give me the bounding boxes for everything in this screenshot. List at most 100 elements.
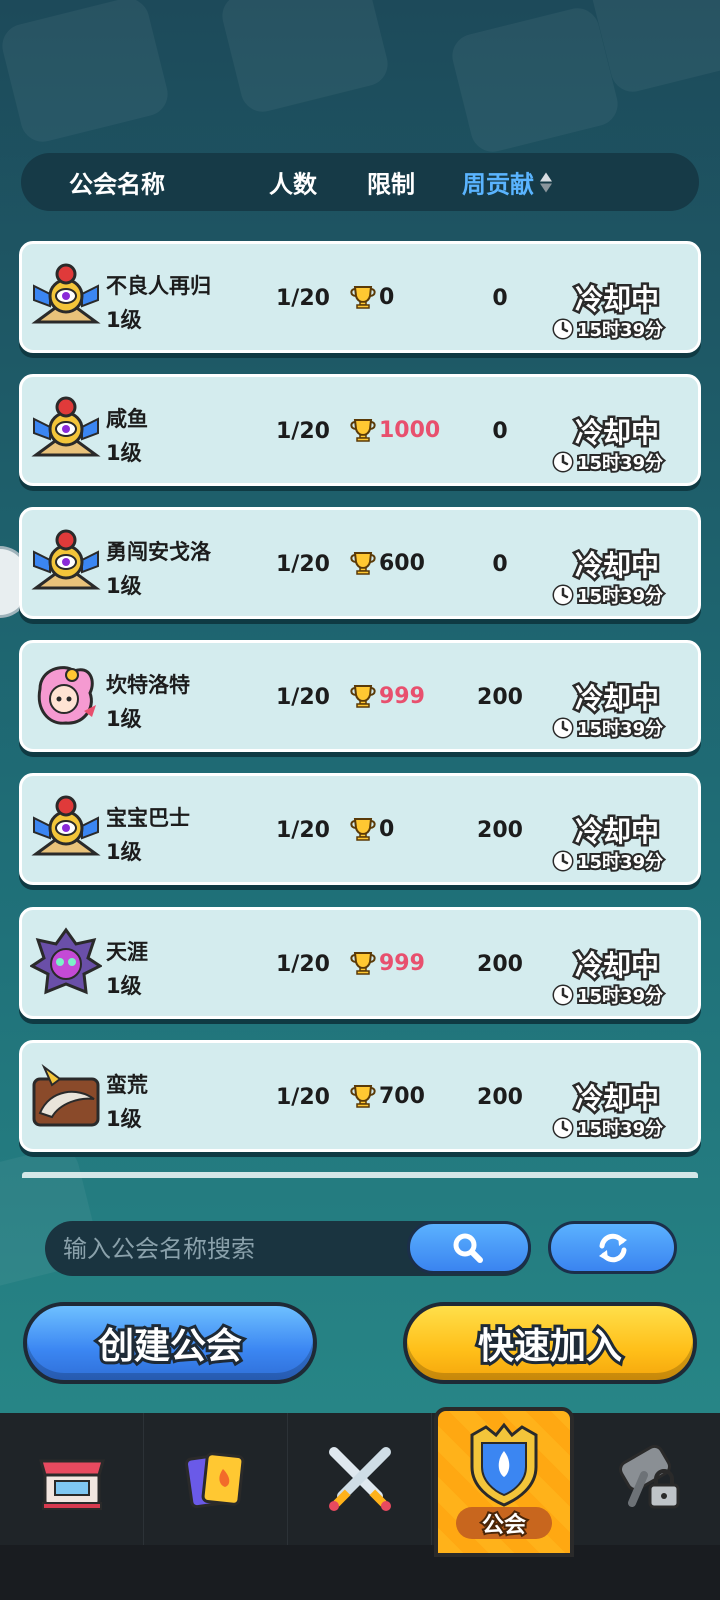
guild-members: 1/20 (276, 818, 330, 843)
guild-members: 1/20 (276, 952, 330, 977)
guild-cooldown-time: 15时39分 (575, 717, 665, 742)
header-weekly-contribution[interactable]: 周贡献 (462, 165, 552, 200)
search-button[interactable] (407, 1221, 531, 1274)
guild-limit-value: 999 (379, 683, 425, 709)
guild-level: 1级 (106, 574, 142, 598)
guild-cooldown-time: 15时39分 (575, 1117, 665, 1142)
guild-level: 1级 (106, 441, 142, 465)
guild-name: 不良人再归 (106, 274, 211, 298)
guild-emblem-icon (30, 1059, 102, 1131)
guild-row[interactable]: 宝宝巴士 1级 1/20 0 200 冷却中 15时39分 (19, 773, 701, 885)
quick-join-button[interactable]: 快速加入 (403, 1302, 697, 1384)
guild-join-status[interactable]: 冷却中 (552, 944, 682, 985)
guild-join-status[interactable]: 冷却中 (552, 1077, 682, 1118)
guild-emblem-icon (30, 792, 102, 864)
header-weekly-label: 周贡献 (462, 170, 534, 199)
guild-row[interactable]: 不良人再归 1级 1/20 0 0 冷却中 15时39分 (19, 241, 701, 353)
trophy-icon (350, 1085, 376, 1108)
guild-emblem-icon (30, 659, 102, 731)
guild-weekly-contribution: 200 (477, 1085, 523, 1110)
create-guild-button[interactable]: 创建公会 (23, 1302, 317, 1384)
guild-level: 1级 (106, 308, 142, 332)
guild-weekly-contribution: 200 (477, 818, 523, 843)
nav-guild-active[interactable]: 公会 (434, 1407, 574, 1557)
locked-hammer-icon (619, 1444, 680, 1509)
guild-limit: 999 (349, 950, 425, 976)
guild-name: 宝宝巴士 (106, 806, 190, 830)
guild-emblem-icon (30, 260, 102, 332)
refresh-icon (598, 1233, 627, 1262)
nav-shop[interactable] (0, 1413, 144, 1545)
guild-cooldown: 15时39分 (552, 582, 665, 609)
cards-icon (184, 1452, 244, 1509)
guild-cooldown-time: 15时39分 (575, 850, 665, 875)
guild-cooldown: 15时39分 (552, 982, 665, 1009)
battle-swords-icon (328, 1447, 391, 1511)
guild-cooldown-time: 15时39分 (575, 584, 665, 609)
header-guild-name[interactable]: 公会名称 (69, 165, 165, 200)
guild-limit-value: 0 (379, 284, 395, 310)
guild-name: 蛮荒 (106, 1073, 148, 1097)
guild-name: 坎特洛特 (106, 673, 190, 697)
guild-cooldown-time: 15时39分 (575, 318, 665, 343)
guild-limit: 999 (349, 683, 425, 709)
guild-weekly-contribution: 200 (477, 952, 523, 977)
shop-icon (38, 1459, 105, 1510)
nav-locked[interactable] (580, 1413, 720, 1545)
sort-icon (540, 172, 552, 192)
guild-row[interactable]: 勇闯安戈洛 1级 1/20 600 0 冷却中 15时39分 (19, 507, 701, 619)
bottom-navigation: 公会 (0, 1407, 720, 1600)
guild-limit-value: 999 (379, 950, 425, 976)
guild-join-status[interactable]: 冷却中 (552, 810, 682, 851)
guild-name: 咸鱼 (106, 407, 148, 431)
guild-emblem-icon (30, 526, 102, 598)
clock-icon (552, 318, 574, 340)
trophy-icon (350, 419, 376, 442)
guild-row[interactable]: 咸鱼 1级 1/20 1000 0 冷却中 15时39分 (19, 374, 701, 486)
guild-cooldown: 15时39分 (552, 449, 665, 476)
trophy-icon (350, 818, 376, 841)
guild-members: 1/20 (276, 1085, 330, 1110)
guild-weekly-contribution: 200 (477, 685, 523, 710)
trophy-icon (350, 685, 376, 708)
guild-row[interactable]: 蛮荒 1级 1/20 700 200 冷却中 15时39分 (19, 1040, 701, 1152)
guild-row[interactable]: 坎特洛特 1级 1/20 999 200 冷却中 15时39分 (19, 640, 701, 752)
guild-row[interactable]: 天涯 1级 1/20 999 200 冷却中 15时39分 (19, 907, 701, 1019)
guild-level: 1级 (106, 974, 142, 998)
clock-icon (552, 984, 574, 1006)
guild-join-status[interactable]: 冷却中 (552, 411, 682, 452)
header-members[interactable]: 人数 (269, 165, 317, 200)
guild-level: 1级 (106, 840, 142, 864)
trophy-icon (350, 552, 376, 575)
guild-cooldown: 15时39分 (552, 1115, 665, 1142)
guild-join-status[interactable]: 冷却中 (552, 278, 682, 319)
guild-cooldown: 15时39分 (552, 316, 665, 343)
guild-shield-icon (470, 1422, 538, 1507)
clock-icon (552, 584, 574, 606)
nav-battle[interactable] (288, 1413, 432, 1545)
guild-limit: 600 (349, 550, 425, 576)
guild-limit: 1000 (349, 417, 440, 443)
guild-limit: 0 (349, 284, 394, 310)
guild-members: 1/20 (276, 286, 330, 311)
clock-icon (552, 451, 574, 473)
nav-cards[interactable] (144, 1413, 288, 1545)
guild-join-status[interactable]: 冷却中 (552, 544, 682, 585)
nav-guild-label: 公会 (456, 1507, 552, 1540)
clock-icon (552, 1117, 574, 1139)
guild-cooldown: 15时39分 (552, 848, 665, 875)
guild-weekly-contribution: 0 (492, 552, 508, 577)
guild-level: 1级 (106, 707, 142, 731)
guild-name: 天涯 (106, 940, 148, 964)
guild-weekly-contribution: 0 (492, 286, 508, 311)
guild-emblem-icon (29, 926, 103, 998)
guild-level: 1级 (106, 1107, 142, 1131)
refresh-button[interactable] (548, 1221, 677, 1274)
guild-limit-value: 0 (379, 816, 395, 842)
clock-icon (552, 850, 574, 872)
clock-icon (552, 717, 574, 739)
guild-name: 勇闯安戈洛 (106, 540, 211, 564)
header-limit[interactable]: 限制 (367, 165, 415, 200)
guild-join-status[interactable]: 冷却中 (552, 677, 682, 718)
search-input[interactable] (63, 1221, 393, 1276)
